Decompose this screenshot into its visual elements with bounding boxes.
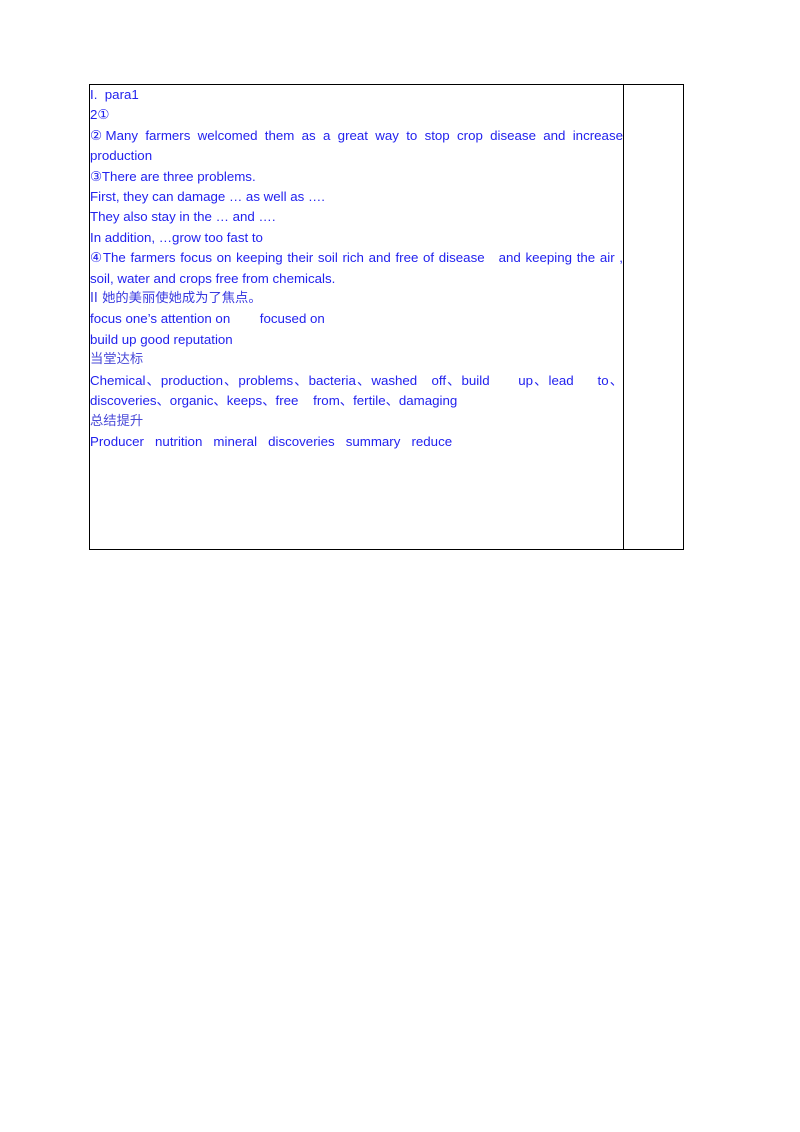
line-vocabulary-list-2: Producer nutrition mineral discoveries s…: [90, 433, 453, 449]
line-phrase-focus-attention: focus one’s attention on focused on: [90, 311, 325, 327]
blank-space: [90, 452, 623, 542]
line-vocabulary-list-1: Chemical、production、problems、bacteria、wa…: [90, 372, 623, 409]
line-item-circled-3: ③There are three problems.: [90, 168, 256, 184]
line-problem-third: In addition, …grow too fast to: [90, 229, 263, 245]
table-row: I. para1 2① ②Many farmers welcomed them …: [89, 84, 684, 550]
line-problem-second: They also stay in the … and ….: [90, 209, 276, 225]
heading-zongjie-tisheng: 总结提升: [90, 413, 144, 429]
worksheet-table: I. para1 2① ②Many farmers welcomed them …: [89, 84, 684, 550]
line-item-circled-2: ②Many farmers welcomed them as a great w…: [90, 127, 627, 164]
line-phrase-build-reputation: build up good reputation: [90, 331, 233, 347]
worksheet-main-cell: I. para1 2① ②Many farmers welcomed them …: [89, 84, 627, 550]
line-chinese-sentence: II 她的美丽使她成为了焦点。: [90, 291, 262, 307]
line-item-circled-4: ④The farmers focus on keeping their soil…: [90, 250, 627, 286]
line-problem-first: First, they can damage … as well as ….: [90, 189, 326, 205]
worksheet-side-cell: [623, 84, 684, 550]
worksheet-page: I. para1 2① ②Many farmers welcomed them …: [0, 0, 800, 1132]
heading-dangtang-dabiao: 当堂达标: [90, 352, 144, 368]
line-section-heading-1: I. para1: [90, 87, 139, 102]
line-item-2-circled-1: 2①: [90, 107, 110, 123]
